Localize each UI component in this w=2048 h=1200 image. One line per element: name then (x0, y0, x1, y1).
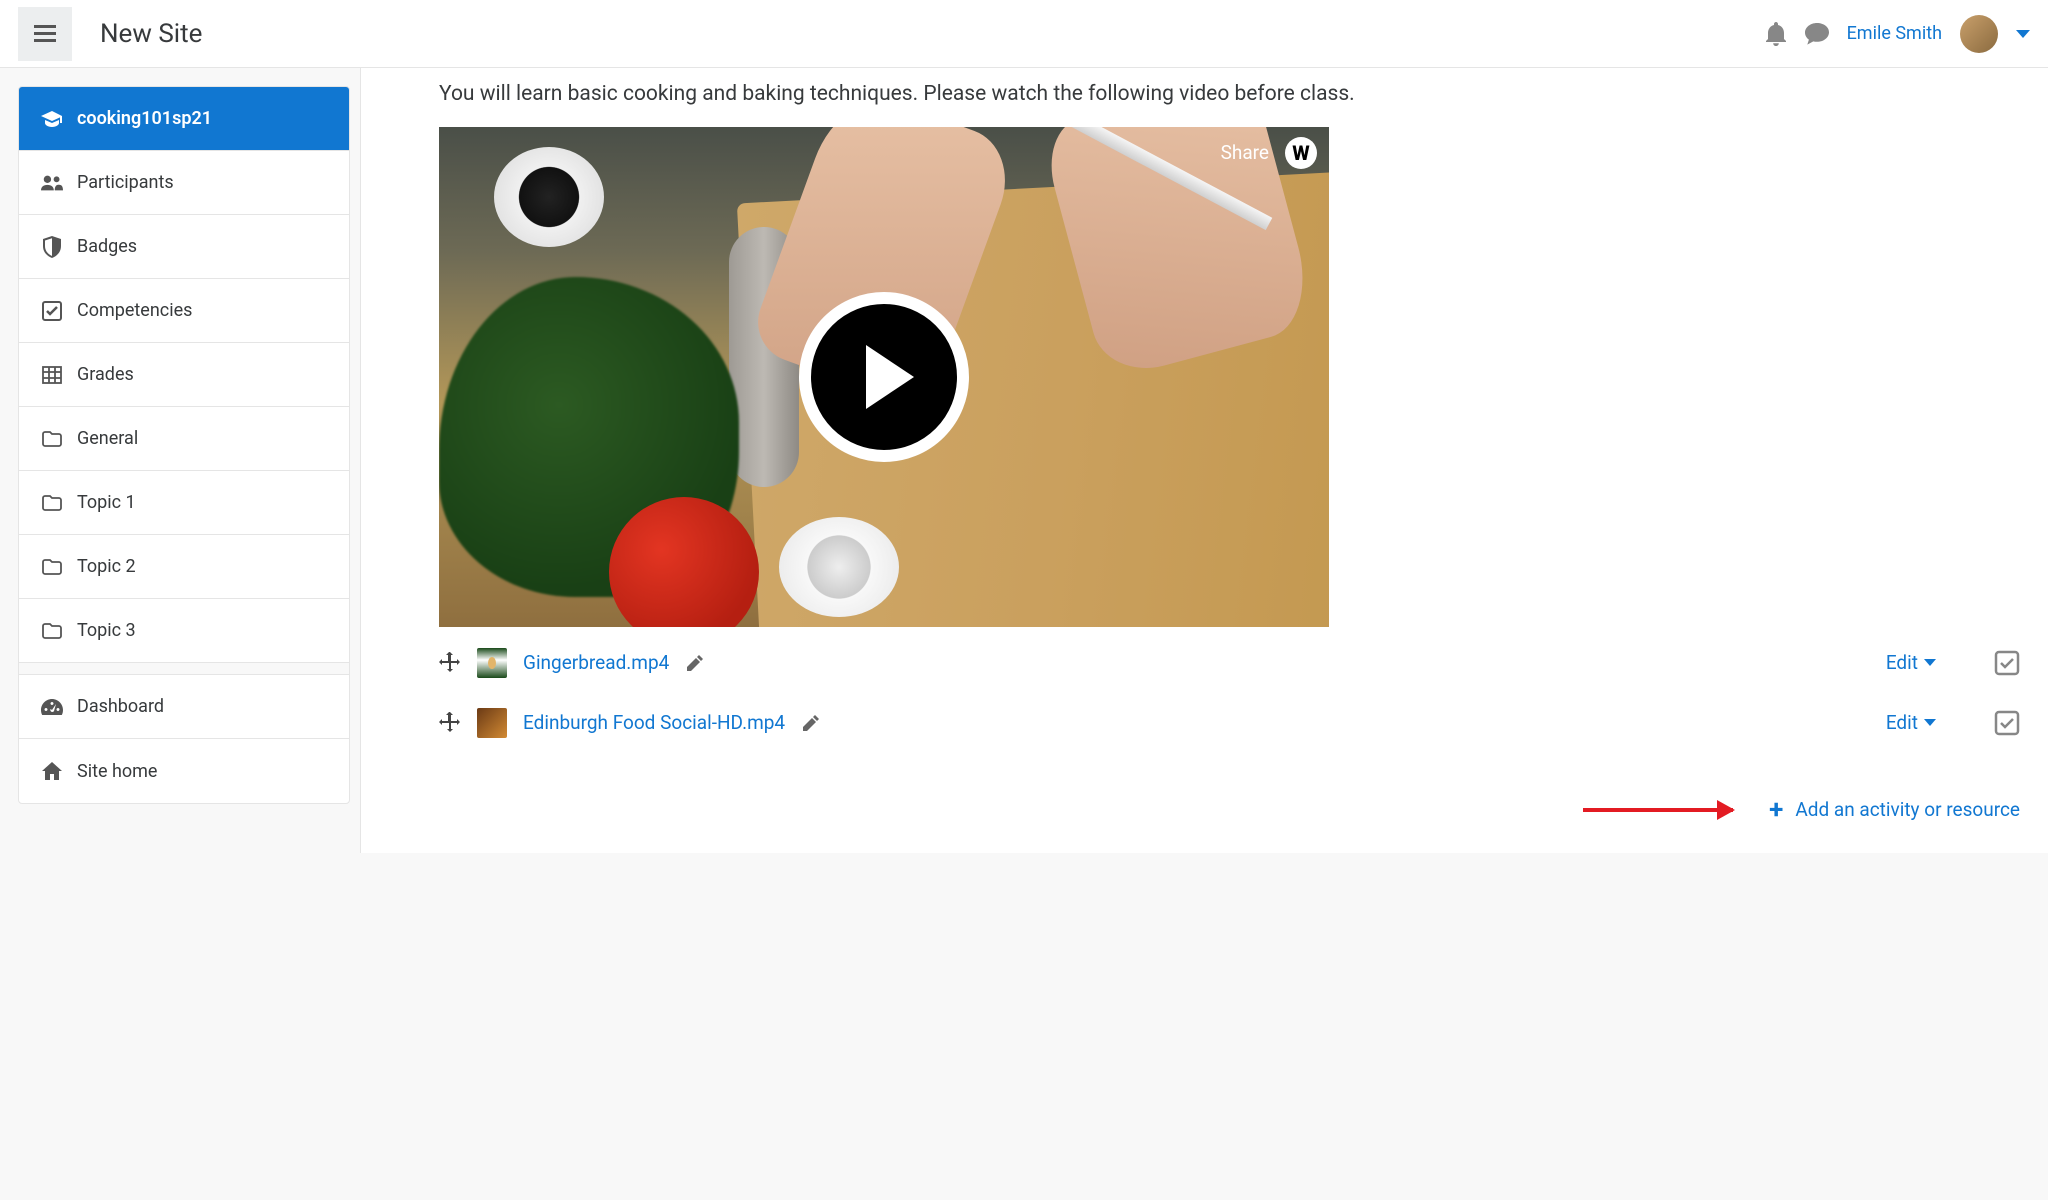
tachometer-icon (41, 699, 63, 715)
move-handle[interactable] (439, 712, 461, 734)
edit-title-button[interactable] (687, 655, 703, 671)
video-embed[interactable]: Share W (439, 127, 1329, 627)
sidebar-item-general[interactable]: General (19, 407, 349, 471)
resource-row: Gingerbread.mp4 Edit (439, 639, 2020, 687)
messages-button[interactable] (1805, 23, 1829, 45)
home-icon (41, 762, 63, 780)
sidebar-item-topic-1[interactable]: Topic 1 (19, 471, 349, 535)
resource-link[interactable]: Gingerbread.mp4 (523, 651, 669, 674)
sidebar-item-site-home[interactable]: Site home (19, 739, 349, 803)
edit-menu-button[interactable]: Edit (1886, 711, 1936, 734)
plus-icon: + (1769, 795, 1783, 825)
video-play-button[interactable] (799, 292, 969, 462)
edit-label: Edit (1886, 711, 1918, 734)
video-scene-bowl (494, 147, 604, 247)
notifications-button[interactable] (1765, 22, 1787, 46)
sidebar-item-competencies[interactable]: Competencies (19, 279, 349, 343)
user-menu-name[interactable]: Emile Smith (1847, 23, 1942, 44)
site-brand[interactable]: New Site (100, 19, 202, 49)
sidebar-item-label: Topic 1 (77, 492, 136, 513)
shield-icon (41, 236, 63, 258)
sidebar-item-label: cooking101sp21 (77, 108, 212, 129)
user-menu-caret[interactable] (2016, 30, 2030, 38)
resource-link[interactable]: Edinburgh Food Social-HD.mp4 (523, 711, 785, 734)
sidebar-item-badges[interactable]: Badges (19, 215, 349, 279)
sidebar-item-dashboard[interactable]: Dashboard (19, 675, 349, 739)
sidebar-item-label: Topic 3 (77, 620, 136, 641)
sidebar-item-participants[interactable]: Participants (19, 151, 349, 215)
pencil-icon (687, 655, 703, 671)
check-square-icon (41, 301, 63, 321)
caret-down-icon (2016, 30, 2030, 38)
move-icon (439, 712, 461, 734)
add-activity-button[interactable]: Add an activity or resource (1795, 798, 2020, 821)
folder-icon (41, 495, 63, 511)
completion-checkbox[interactable] (1994, 650, 2020, 676)
sidebar-item-label: Participants (77, 172, 174, 193)
sidebar-item-topic-3[interactable]: Topic 3 (19, 599, 349, 663)
caret-down-icon (1924, 659, 1936, 666)
avatar[interactable] (1960, 15, 1998, 53)
users-icon (41, 175, 63, 191)
sidebar-item-label: General (77, 428, 138, 449)
sidebar-item-label: Topic 2 (77, 556, 136, 577)
caret-down-icon (1924, 719, 1936, 726)
sidebar-item-label: Grades (77, 364, 134, 385)
move-handle[interactable] (439, 652, 461, 674)
completion-checkbox[interactable] (1994, 710, 2020, 736)
folder-icon (41, 559, 63, 575)
resource-thumbnail (477, 648, 507, 678)
sidebar-item-course[interactable]: cooking101sp21 (19, 87, 349, 151)
grid-icon (41, 366, 63, 384)
section-description: You will learn basic cooking and baking … (439, 78, 1399, 111)
speech-bubble-icon (1805, 23, 1829, 45)
bars-icon (34, 25, 56, 43)
sidebar-divider (19, 663, 349, 675)
sidebar-item-label: Dashboard (77, 696, 164, 717)
checkbox-icon (1994, 710, 2020, 736)
edit-menu-button[interactable]: Edit (1886, 651, 1936, 674)
sidebar-item-label: Competencies (77, 300, 192, 321)
bell-icon (1765, 22, 1787, 46)
video-provider-logo[interactable]: W (1285, 137, 1317, 169)
folder-icon (41, 623, 63, 639)
pencil-icon (803, 715, 819, 731)
move-icon (439, 652, 461, 674)
video-share-button[interactable]: Share (1221, 141, 1269, 164)
hamburger-button[interactable] (18, 7, 72, 61)
sidebar-item-topic-2[interactable]: Topic 2 (19, 535, 349, 599)
sidebar-item-label: Site home (77, 761, 157, 782)
sidebar-item-label: Badges (77, 236, 137, 257)
play-icon (866, 345, 914, 409)
resource-thumbnail (477, 708, 507, 738)
sidebar-item-grades[interactable]: Grades (19, 343, 349, 407)
graduation-cap-icon (41, 111, 63, 127)
checkbox-icon (1994, 650, 2020, 676)
resource-row: Edinburgh Food Social-HD.mp4 Edit (439, 699, 2020, 747)
edit-label: Edit (1886, 651, 1918, 674)
annotation-arrow (1583, 808, 1733, 812)
video-scene-bowl (779, 517, 899, 617)
edit-title-button[interactable] (803, 715, 819, 731)
folder-icon (41, 431, 63, 447)
